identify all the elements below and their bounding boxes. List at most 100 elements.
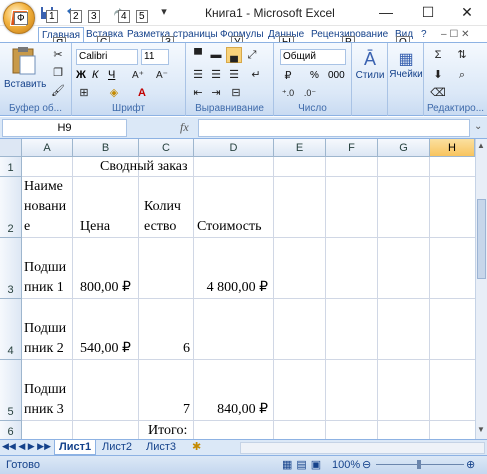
tab-page-layout[interactable]: Разметка страницыЗ [124,27,221,49]
increase-decimal-icon[interactable]: ⁺.0 [280,85,296,101]
cut-icon[interactable]: ✂ [50,47,66,63]
formula-input[interactable] [198,119,470,137]
worksheet-grid[interactable]: A B C D E F G H 1 2 3 4 5 6 Сводный зака… [0,139,475,439]
name-box[interactable]: H9 [2,119,127,137]
row-header-4[interactable]: 4 [0,299,22,360]
fill-color-icon[interactable]: ◈ [106,85,122,101]
cell-a3[interactable]: Подши пник 1 [24,258,66,298]
decrease-decimal-icon[interactable]: .0⁻ [302,85,318,101]
increase-indent-icon[interactable]: ⇥ [208,85,224,101]
row-header-5[interactable]: 5 [0,360,22,421]
shrink-font-icon[interactable]: A⁻ [154,68,170,84]
tab-review[interactable]: РецензированиеР [308,27,391,49]
vertical-scrollbar[interactable]: ▲ ▼ [475,139,487,439]
sheet-tab-3[interactable]: Лист3 [142,440,180,455]
percent-button[interactable]: % [310,70,319,81]
cell-b2[interactable]: Цена [80,217,110,237]
view-buttons-icon[interactable]: ▦▤▣ [282,456,325,474]
align-left-icon[interactable]: ☰ [190,67,206,83]
zoom-thumb[interactable] [417,460,421,469]
office-button[interactable]: Ф [3,2,35,34]
align-right-icon[interactable]: ☰ [226,67,242,83]
zoom-slider[interactable]: ⊖ ⊕ [362,459,480,471]
maximize-button[interactable]: ☐ [408,0,448,26]
cell-a5[interactable]: Подши пник 3 [24,380,66,420]
cell-b3[interactable]: 800,00 ₽ [80,278,131,298]
zoom-in-icon[interactable]: ⊕ [466,456,475,474]
sheet-tab-1[interactable]: Лист1 [54,440,97,455]
font-color-icon[interactable]: A [134,85,150,101]
column-header-f[interactable]: F [326,139,378,157]
cell-c4[interactable]: 6 [142,339,190,359]
tab-home[interactable]: ГлавнаяЯ [38,27,85,50]
row-header-3[interactable]: 3 [0,238,22,299]
number-format-select[interactable]: Общий [280,49,346,65]
align-center-icon[interactable]: ☰ [208,67,224,83]
scroll-thumb[interactable] [477,199,486,279]
copy-icon[interactable]: ❐ [50,65,66,81]
minimize-button[interactable]: — [366,0,406,26]
cell-c2[interactable]: Колич ество [144,197,181,237]
scroll-up-icon[interactable]: ▲ [477,141,485,150]
select-all-corner[interactable] [0,139,22,157]
paste-button[interactable]: Вставить [4,46,46,98]
thousands-button[interactable]: 000 [328,70,345,81]
clear-icon[interactable]: ⌫ [430,85,446,101]
cell-b1[interactable]: Сводный заказ [100,157,188,177]
cell-b4[interactable]: 540,00 ₽ [80,339,131,359]
close-button[interactable]: ✕ [447,0,487,26]
decrease-indent-icon[interactable]: ⇤ [190,85,206,101]
align-bottom-icon[interactable]: ▄ [226,47,242,63]
column-header-g[interactable]: G [378,139,430,157]
sheet-nav-icons[interactable]: ◀◀ ◀ ▶ ▶▶ [2,441,51,452]
sheet-tab-2[interactable]: Лист2 [98,440,136,455]
align-top-icon[interactable]: ▀ [190,47,206,63]
column-header-e[interactable]: E [274,139,326,157]
autosum-icon[interactable]: Σ [430,47,446,63]
font-size-select[interactable]: 11 [141,49,169,65]
undo-button[interactable]: 2 [62,4,84,23]
fill-icon[interactable]: ⬇ [430,67,446,83]
cells-button[interactable]: ▦ Ячейки [388,49,424,80]
tab-formulas[interactable]: ФормулыУ [217,27,267,49]
currency-icon[interactable]: ₽ [280,68,296,84]
grow-font-icon[interactable]: A⁺ [130,68,146,84]
cell-d5[interactable]: 840,00 ₽ [198,400,268,420]
row-header-6[interactable]: 6 [0,421,22,439]
underline-button[interactable]: Ч [108,69,115,81]
sort-filter-icon[interactable]: ⇅ [454,47,470,63]
cell-a4[interactable]: Подши пник 2 [24,319,66,359]
redo-dropdown[interactable]: 5 [134,4,156,23]
insert-sheet-icon[interactable]: ✱ [188,440,205,455]
cell-d3[interactable]: 4 800,00 ₽ [198,278,268,298]
redo-button[interactable]: 4 [110,4,132,23]
row-header-1[interactable]: 1 [0,157,22,177]
wrap-text-icon[interactable]: ↵ [248,67,264,83]
undo-dropdown[interactable]: 3 [86,4,108,23]
cell-c6[interactable]: Итого: [148,421,187,439]
find-icon[interactable]: ⌕ [454,67,470,83]
ribbon-minimize-icon[interactable]: – ☐ ✕ [438,27,472,42]
tab-data[interactable]: ДанныеЫ [265,27,307,49]
bold-button[interactable]: Ж [76,69,86,81]
zoom-out-icon[interactable]: ⊖ [362,456,371,474]
insert-function-button[interactable]: fx [180,120,189,135]
styles-button[interactable]: Ā Стили [354,49,386,81]
borders-icon[interactable]: ⊞ [76,85,92,101]
help-icon[interactable]: ? [418,27,430,42]
column-header-h[interactable]: H [430,139,475,157]
row-header-2[interactable]: 2 [0,177,22,238]
italic-button[interactable]: К [92,69,98,81]
orientation-icon[interactable]: ⤢ [244,47,260,63]
expand-formula-icon[interactable]: ⌄ [474,121,482,132]
format-painter-icon[interactable]: 🖌 [50,83,66,99]
horizontal-scrollbar[interactable] [240,442,485,454]
save-button[interactable]: 1 [38,4,60,23]
scroll-down-icon[interactable]: ▼ [477,425,485,434]
column-header-b[interactable]: B [73,139,139,157]
column-header-d[interactable]: D [194,139,274,157]
customize-qat-button[interactable]: ▾ [158,4,170,22]
cell-a2[interactable]: Наиме новани е [24,177,66,237]
tab-insert[interactable]: ВставкаС [83,27,126,49]
zoom-level[interactable]: 100% [332,456,360,474]
